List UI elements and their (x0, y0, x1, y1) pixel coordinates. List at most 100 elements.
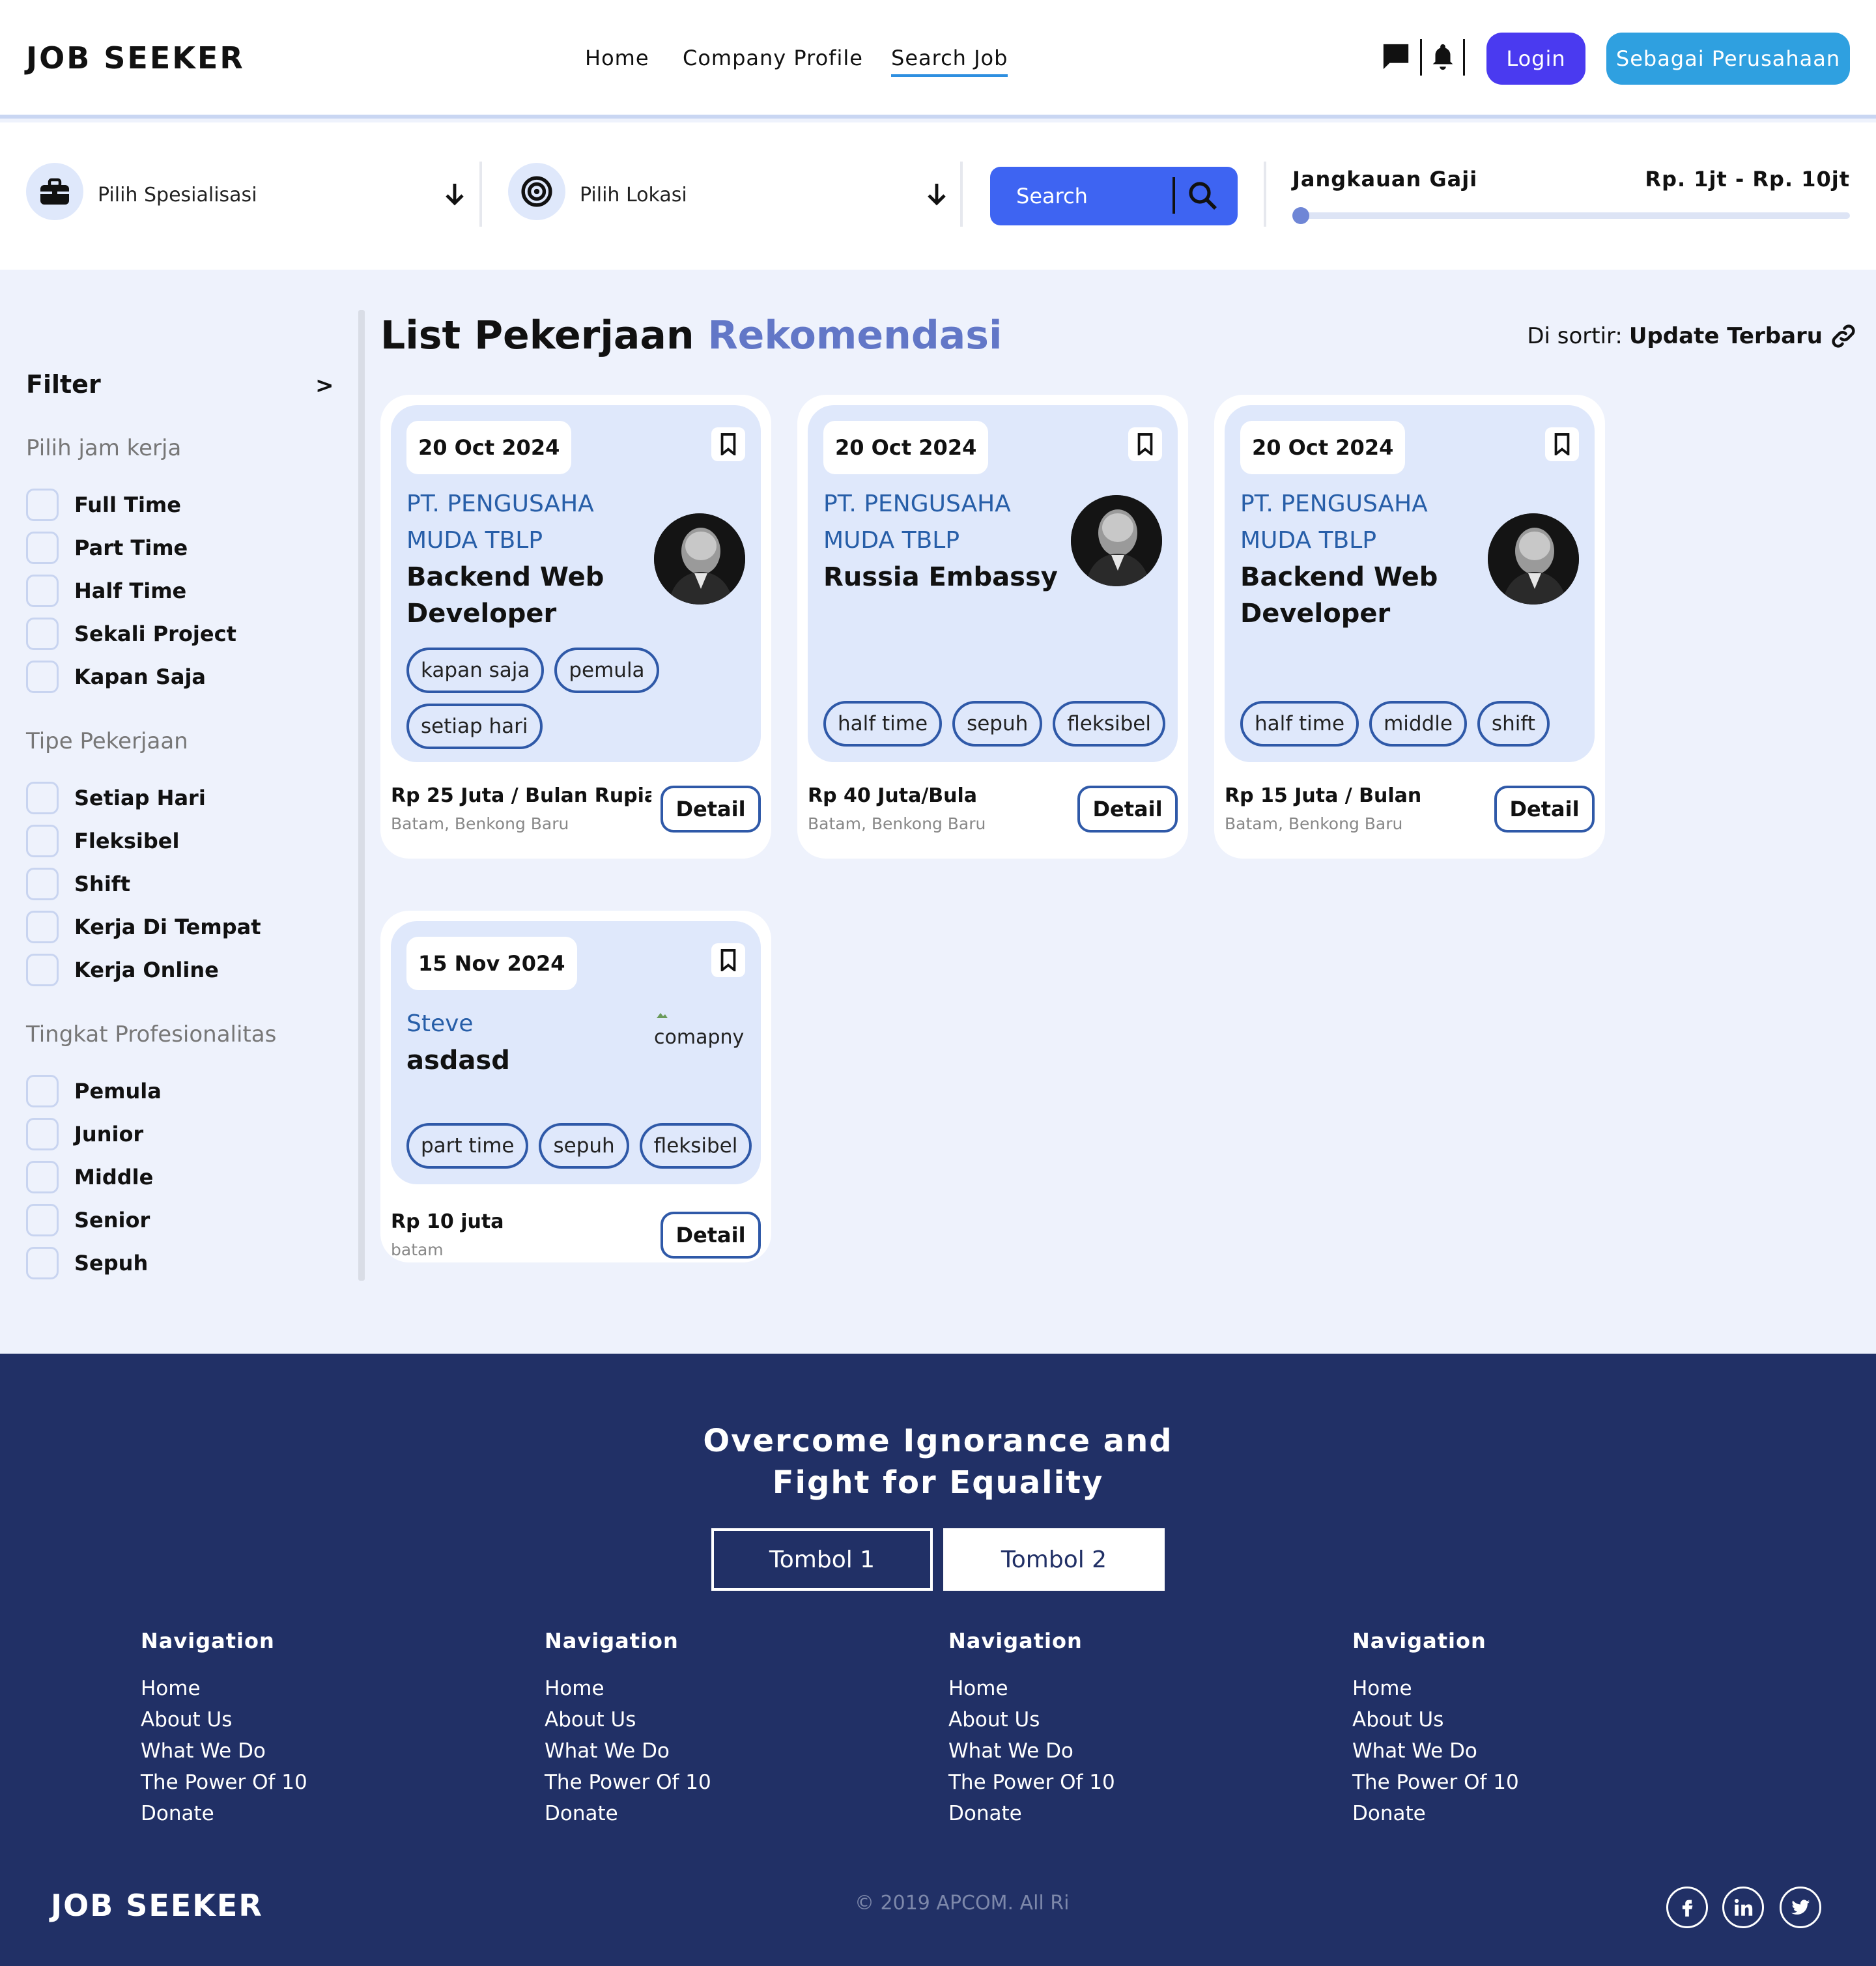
chat-icon[interactable] (1381, 42, 1411, 72)
footer-link-power-of-10[interactable]: The Power Of 10 (948, 1767, 1115, 1798)
checkbox-label[interactable]: Kerja Online (74, 958, 219, 982)
nav-search-job[interactable]: Search Job (891, 46, 1008, 77)
checkbox-label[interactable]: Sepuh (74, 1251, 148, 1275)
company-name-line: PT. PENGUSAHA (823, 491, 1011, 517)
arrow-down-icon[interactable] (444, 182, 465, 206)
footer-button-2[interactable]: Tombol 2 (943, 1528, 1165, 1591)
checkbox-label[interactable]: Senior (74, 1208, 150, 1232)
bookmark-icon[interactable] (1545, 427, 1579, 461)
checkbox[interactable] (26, 782, 59, 814)
location-select[interactable]: Pilih Lokasi (580, 184, 687, 207)
company-login-button[interactable]: Sebagai Perusahaan (1606, 33, 1850, 85)
job-title: asdasd (406, 1042, 654, 1079)
checkbox-label[interactable]: Full Time (74, 492, 181, 517)
job-title-line: Developer (406, 599, 557, 629)
footer-link-about[interactable]: About Us (545, 1704, 711, 1735)
checkbox[interactable] (26, 1204, 59, 1236)
job-card[interactable]: 20 Oct 2024 PT. PENGUSAHA MUDA TBLP Back… (380, 395, 771, 859)
facebook-icon[interactable] (1666, 1887, 1708, 1928)
footer-button-1[interactable]: Tombol 1 (711, 1528, 933, 1591)
checkbox-label[interactable]: Middle (74, 1165, 153, 1190)
footer-brand[interactable]: JOB SEEKER (51, 1888, 263, 1923)
filter-toggle[interactable]: > (315, 373, 334, 399)
checkbox[interactable] (26, 661, 59, 693)
specialization-select[interactable]: Pilih Spesialisasi (98, 184, 257, 207)
salary-slider-track[interactable] (1292, 212, 1850, 219)
job-card[interactable]: 20 Oct 2024 PT. PENGUSAHA MUDA TBLP Russ… (797, 395, 1188, 859)
footer-link-about[interactable]: About Us (141, 1704, 307, 1735)
brand-logo[interactable]: JOB SEEKER (26, 40, 245, 76)
login-button[interactable]: Login (1486, 33, 1585, 85)
divider (960, 162, 963, 227)
salary-slider-handle[interactable] (1292, 207, 1309, 224)
search-button[interactable]: Search (990, 167, 1238, 225)
checkbox-label[interactable]: Sekali Project (74, 621, 236, 646)
checkbox[interactable] (26, 825, 59, 857)
salary-range-label: Jangkauan Gaji (1292, 167, 1478, 192)
footer-link-donate[interactable]: Donate (545, 1798, 711, 1829)
checkbox-label[interactable]: Fleksibel (74, 829, 179, 853)
checkbox-label[interactable]: Shift (74, 872, 130, 896)
filter-group-title: Tingkat Profesionalitas (26, 1021, 277, 1047)
link-icon[interactable] (1829, 322, 1858, 350)
detail-button[interactable]: Detail (1077, 786, 1178, 833)
checkbox-label[interactable]: Part Time (74, 535, 188, 560)
footer-link-what-we-do[interactable]: What We Do (545, 1735, 711, 1767)
bookmark-icon[interactable] (711, 427, 745, 461)
sort-value[interactable]: Update Terbaru (1629, 323, 1823, 349)
arrow-down-icon[interactable] (926, 182, 947, 206)
header-separator (1463, 39, 1465, 76)
footer-link-home[interactable]: Home (141, 1673, 307, 1704)
checkbox[interactable] (26, 618, 59, 650)
detail-button[interactable]: Detail (661, 1212, 761, 1259)
checkbox-label[interactable]: Junior (74, 1122, 143, 1147)
company-avatar (1488, 513, 1579, 605)
footer-link-donate[interactable]: Donate (141, 1798, 307, 1829)
footer-link-about[interactable]: About Us (1352, 1704, 1519, 1735)
bookmark-icon[interactable] (711, 943, 745, 977)
footer-link-home[interactable]: Home (1352, 1673, 1519, 1704)
footer-link-home[interactable]: Home (948, 1673, 1115, 1704)
checkbox-label[interactable]: Half Time (74, 578, 186, 603)
bookmark-icon[interactable] (1128, 427, 1162, 461)
footer-link-power-of-10[interactable]: The Power Of 10 (1352, 1767, 1519, 1798)
checkbox[interactable] (26, 532, 59, 564)
job-tags: kapan saja pemula setiap hari (406, 648, 758, 749)
checkbox-label[interactable]: Setiap Hari (74, 786, 206, 810)
checkbox[interactable] (26, 954, 59, 986)
footer-link-power-of-10[interactable]: The Power Of 10 (141, 1767, 307, 1798)
footer-link-what-we-do[interactable]: What We Do (141, 1735, 307, 1767)
detail-button[interactable]: Detail (661, 786, 761, 833)
footer-link-home[interactable]: Home (545, 1673, 711, 1704)
checkbox-label[interactable]: Pemula (74, 1079, 162, 1104)
checkbox[interactable] (26, 575, 59, 607)
footer-headline: Overcome Ignorance and Fight for Equalit… (0, 1420, 1876, 1503)
job-card[interactable]: 15 Nov 2024 Steve asdasd comapnyl part t… (380, 911, 771, 1262)
job-tag: middle (1369, 701, 1467, 747)
footer-link-what-we-do[interactable]: What We Do (1352, 1735, 1519, 1767)
nav-company-profile[interactable]: Company Profile (683, 46, 863, 70)
checkbox[interactable] (26, 1075, 59, 1107)
checkbox[interactable] (26, 1118, 59, 1150)
linkedin-icon[interactable] (1722, 1887, 1764, 1928)
checkbox[interactable] (26, 1247, 59, 1279)
checkbox[interactable] (26, 868, 59, 900)
search-bar: Pilih Spesialisasi Pilih Lokasi Search J… (0, 122, 1876, 270)
footer-link-power-of-10[interactable]: The Power Of 10 (545, 1767, 711, 1798)
sort-control[interactable]: Di sortir: Update Terbaru (1527, 322, 1858, 350)
checkbox[interactable] (26, 489, 59, 521)
job-tag: fleksibel (639, 1123, 752, 1169)
job-card[interactable]: 20 Oct 2024 PT. PENGUSAHA MUDA TBLP Back… (1214, 395, 1605, 859)
footer-link-donate[interactable]: Donate (948, 1798, 1115, 1829)
checkbox-label[interactable]: Kerja Di Tempat (74, 915, 261, 939)
checkbox[interactable] (26, 1161, 59, 1193)
nav-home[interactable]: Home (585, 46, 649, 70)
bell-icon[interactable] (1428, 42, 1458, 72)
checkbox[interactable] (26, 911, 59, 943)
footer-link-about[interactable]: About Us (948, 1704, 1115, 1735)
detail-button[interactable]: Detail (1494, 786, 1595, 833)
footer-link-donate[interactable]: Donate (1352, 1798, 1519, 1829)
footer-link-what-we-do[interactable]: What We Do (948, 1735, 1115, 1767)
twitter-icon[interactable] (1780, 1887, 1821, 1928)
checkbox-label[interactable]: Kapan Saja (74, 664, 206, 689)
